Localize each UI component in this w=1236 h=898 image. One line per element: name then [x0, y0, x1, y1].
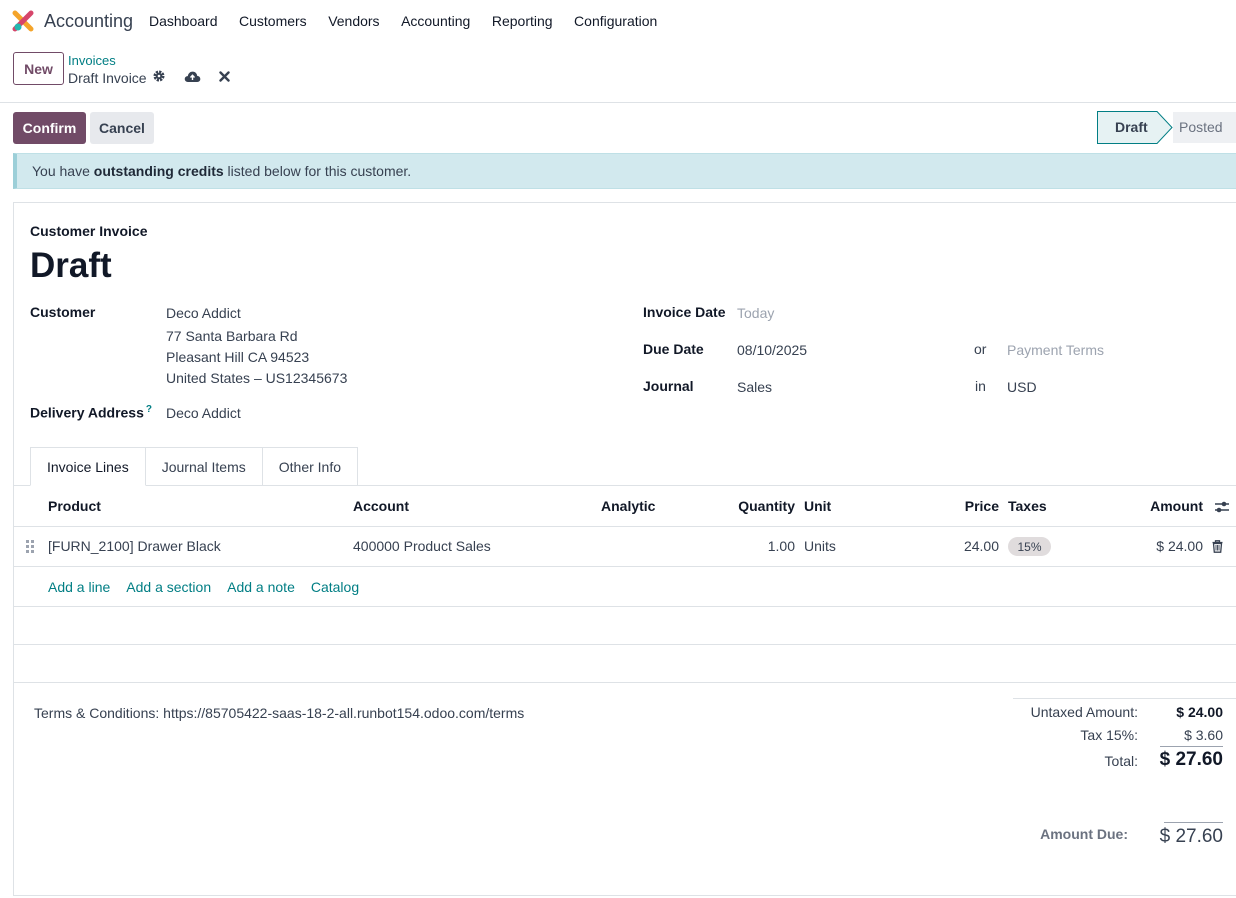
tabs-divider: [13, 485, 1236, 486]
invoice-type: Customer Invoice: [30, 223, 148, 239]
table-bottom-divider: [13, 682, 1236, 683]
status-draft[interactable]: Draft: [1115, 119, 1148, 135]
currency-field[interactable]: USD: [1007, 379, 1037, 395]
col-quantity[interactable]: Quantity: [695, 498, 795, 514]
top-navbar: Accounting Dashboard Customers Vendors A…: [0, 0, 1236, 43]
status-bar: Draft Posted: [1097, 111, 1236, 144]
alert-suffix: listed below for this customer.: [223, 163, 412, 179]
empty-row-divider-2: [13, 644, 1236, 645]
tab-other-info[interactable]: Other Info: [261, 447, 359, 486]
menu-dashboard[interactable]: Dashboard: [149, 13, 218, 29]
cell-account[interactable]: 400000 Product Sales: [353, 538, 491, 554]
row-divider: [13, 566, 1236, 567]
col-taxes[interactable]: Taxes: [1008, 498, 1047, 514]
breadcrumb-current: Draft Invoice: [68, 70, 147, 86]
customer-address-line1: 77 Santa Barbara Rd: [166, 328, 298, 344]
due-date-label: Due Date: [643, 341, 704, 357]
trash-icon[interactable]: [1212, 540, 1223, 553]
or-label: or: [974, 341, 987, 357]
add-note-link[interactable]: Add a note: [227, 579, 295, 595]
empty-row-divider-1: [13, 606, 1236, 607]
outstanding-credits-alert: You have outstanding credits listed belo…: [13, 153, 1236, 189]
in-label: in: [975, 378, 986, 394]
cell-amount: $ 24.00: [1156, 538, 1203, 554]
cell-unit[interactable]: Units: [804, 538, 836, 554]
menu-configuration[interactable]: Configuration: [574, 13, 657, 29]
journal-field[interactable]: Sales: [737, 379, 772, 395]
help-icon[interactable]: ?: [146, 404, 152, 415]
catalog-link[interactable]: Catalog: [311, 579, 359, 595]
col-price[interactable]: Price: [919, 498, 999, 514]
amount-due-value: $ 27.60: [1159, 826, 1223, 847]
add-line-links: Add a line Add a section Add a note Cata…: [48, 579, 359, 595]
record-actions: [152, 69, 230, 83]
status-posted[interactable]: Posted: [1179, 119, 1223, 135]
discard-icon[interactable]: [219, 70, 230, 82]
total-value: $ 27.60: [1159, 749, 1223, 770]
app-logo-icon[interactable]: [12, 10, 34, 32]
tax-value: $ 3.60: [1184, 727, 1223, 743]
main-menu: Dashboard Customers Vendors Accounting R…: [149, 13, 679, 29]
col-account[interactable]: Account: [353, 498, 409, 514]
tax-badge[interactable]: 15%: [1008, 537, 1051, 556]
add-section-link[interactable]: Add a section: [126, 579, 211, 595]
alert-prefix: You have: [32, 163, 94, 179]
cancel-button[interactable]: Cancel: [90, 112, 154, 144]
cloud-upload-icon[interactable]: [184, 70, 201, 83]
menu-accounting[interactable]: Accounting: [401, 13, 470, 29]
menu-vendors[interactable]: Vendors: [328, 13, 379, 29]
gear-icon[interactable]: [152, 69, 166, 83]
add-line-link[interactable]: Add a line: [48, 579, 110, 595]
untaxed-amount-label: Untaxed Amount:: [1030, 704, 1138, 720]
menu-reporting[interactable]: Reporting: [492, 13, 553, 29]
customer-address-line2: Pleasant Hill CA 94523: [166, 349, 310, 365]
col-analytic[interactable]: Analytic: [601, 498, 655, 514]
app-name[interactable]: Accounting: [44, 11, 133, 32]
journal-label: Journal: [643, 378, 694, 394]
tax-label: Tax 15%:: [1080, 727, 1138, 743]
cell-quantity[interactable]: 1.00: [695, 538, 795, 554]
tab-journal-items[interactable]: Journal Items: [144, 447, 263, 486]
drag-handle-icon[interactable]: [26, 540, 35, 553]
delivery-address-label-text: Delivery Address: [30, 404, 144, 421]
invoice-date-label: Invoice Date: [643, 304, 726, 320]
col-amount[interactable]: Amount: [1103, 498, 1203, 514]
total-divider: [1160, 746, 1223, 747]
menu-customers[interactable]: Customers: [239, 13, 307, 29]
untaxed-amount-value: $ 24.00: [1176, 704, 1223, 720]
cell-product[interactable]: [FURN_2100] Drawer Black: [48, 538, 221, 554]
col-unit[interactable]: Unit: [804, 498, 831, 514]
amount-due-divider: [1164, 822, 1223, 823]
invoice-date-field[interactable]: Today: [737, 305, 774, 321]
delivery-address-field[interactable]: Deco Addict: [166, 405, 241, 421]
terms-and-conditions[interactable]: Terms & Conditions: https://85705422-saa…: [34, 705, 524, 721]
alert-strong: outstanding credits: [93, 163, 224, 179]
customer-address-line3: United States – US12345673: [166, 370, 348, 386]
new-button[interactable]: New: [13, 52, 64, 85]
header-divider: [13, 526, 1236, 527]
tab-invoice-lines[interactable]: Invoice Lines: [30, 447, 146, 486]
col-product[interactable]: Product: [48, 498, 101, 514]
customer-field[interactable]: Deco Addict: [166, 305, 241, 321]
confirm-button[interactable]: Confirm: [13, 112, 86, 144]
delivery-address-label: Delivery Address?: [30, 404, 152, 421]
column-settings-icon[interactable]: [1214, 500, 1230, 514]
invoice-name: Draft: [30, 246, 112, 285]
due-date-field[interactable]: 08/10/2025: [737, 342, 807, 358]
customer-label: Customer: [30, 304, 96, 320]
control-panel-divider: [0, 102, 1236, 103]
notebook-tabs: Invoice Lines Journal Items Other Info: [30, 447, 359, 486]
cell-price[interactable]: 24.00: [919, 538, 999, 554]
breadcrumb-invoices[interactable]: Invoices: [68, 53, 116, 68]
totals-top-divider: [1013, 698, 1236, 699]
payment-terms-field[interactable]: Payment Terms: [1007, 342, 1104, 358]
